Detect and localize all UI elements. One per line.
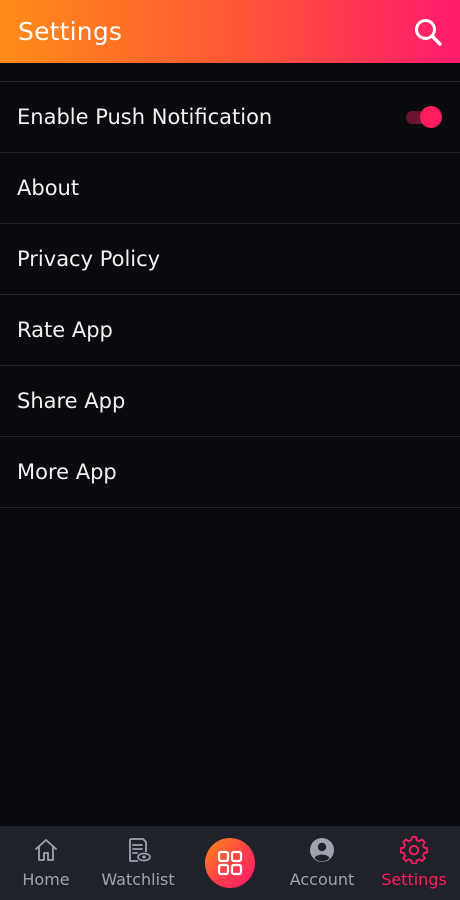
nav-account[interactable]: Account — [276, 826, 368, 900]
push-notification-label: Enable Push Notification — [17, 105, 273, 129]
push-notification-toggle[interactable] — [406, 106, 442, 128]
nav-home[interactable]: Home — [0, 826, 92, 900]
privacy-policy-label: Privacy Policy — [17, 247, 161, 271]
page-title: Settings — [18, 17, 123, 46]
share-app-row[interactable]: Share App — [0, 366, 460, 437]
rate-app-label: Rate App — [17, 318, 113, 342]
nav-settings[interactable]: Settings — [368, 826, 460, 900]
account-icon — [308, 836, 336, 864]
search-icon — [415, 18, 442, 46]
settings-list: Enable Push Notification About Privacy P… — [0, 81, 460, 508]
nav-watchlist-label: Watchlist — [101, 870, 175, 889]
home-icon — [32, 836, 60, 864]
app-header: Settings — [0, 0, 460, 63]
settings-screen: Settings Enable Push Notification About … — [0, 0, 460, 900]
toggle-knob — [420, 106, 442, 128]
rate-app-row[interactable]: Rate App — [0, 295, 460, 366]
push-notification-row[interactable]: Enable Push Notification — [0, 82, 460, 153]
nav-home-label: Home — [22, 870, 70, 889]
more-app-label: More App — [17, 460, 117, 484]
nav-account-label: Account — [289, 870, 355, 889]
share-app-label: Share App — [17, 389, 126, 413]
watchlist-icon — [124, 836, 152, 864]
center-grid-button[interactable] — [205, 838, 255, 888]
nav-settings-label: Settings — [381, 870, 447, 889]
search-button[interactable] — [410, 14, 446, 50]
gear-icon — [400, 836, 428, 864]
about-row[interactable]: About — [0, 153, 460, 224]
about-label: About — [17, 176, 80, 200]
privacy-policy-row[interactable]: Privacy Policy — [0, 224, 460, 295]
grid-icon — [217, 850, 243, 876]
nav-watchlist[interactable]: Watchlist — [92, 826, 184, 900]
nav-center-slot — [184, 826, 276, 900]
more-app-row[interactable]: More App — [0, 437, 460, 508]
bottom-navigation: Home Watchlist Account Settings — [0, 826, 460, 900]
